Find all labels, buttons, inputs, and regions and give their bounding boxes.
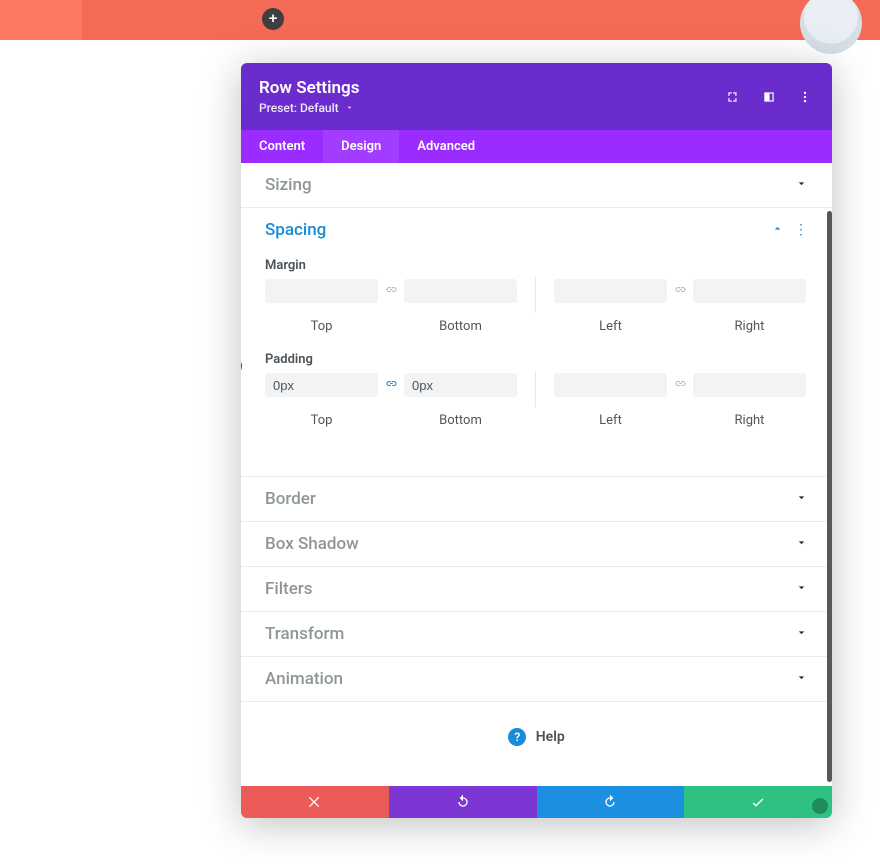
- padding-right-input[interactable]: [693, 373, 806, 397]
- section-sizing-label: Sizing: [265, 175, 312, 195]
- chevron-down-icon: [795, 579, 808, 599]
- help-link[interactable]: ? Help: [241, 728, 832, 746]
- margin-top-input[interactable]: [265, 279, 378, 303]
- annotation-badge-1: 1: [241, 357, 242, 375]
- padding-label: Padding: [265, 352, 808, 367]
- modal-scroll-body: Sizing Spacing ⋮ Margin: [241, 163, 832, 786]
- avatar: [800, 0, 862, 54]
- chevron-down-icon: [795, 175, 808, 195]
- page-header-start: [0, 0, 82, 40]
- chevron-up-icon: [771, 220, 784, 240]
- section-sizing[interactable]: Sizing: [241, 163, 832, 208]
- chevron-down-icon: [795, 624, 808, 644]
- padding-left-input[interactable]: [554, 373, 667, 397]
- chevron-down-icon: [795, 534, 808, 554]
- padding-right-sublabel: Right: [693, 413, 806, 428]
- expand-icon[interactable]: [724, 88, 742, 106]
- section-transform[interactable]: Transform: [241, 612, 832, 657]
- modal-tabs: Content Design Advanced: [241, 130, 832, 163]
- margin-label: Margin: [265, 258, 808, 273]
- margin-bottom-sublabel: Bottom: [404, 319, 517, 334]
- undo-button[interactable]: [389, 786, 537, 818]
- link-icon[interactable]: [380, 282, 402, 301]
- resize-handle-icon[interactable]: [812, 798, 828, 814]
- section-options-icon[interactable]: ⋮: [794, 223, 808, 237]
- section-spacing-label: Spacing: [265, 220, 326, 240]
- snap-right-icon[interactable]: [760, 88, 778, 106]
- section-box-shadow-label: Box Shadow: [265, 534, 359, 554]
- modal-title: Row Settings: [259, 78, 724, 98]
- help-label: Help: [536, 729, 565, 745]
- row-settings-modal: Row Settings Preset: Default: [241, 63, 832, 818]
- chevron-down-icon: [795, 669, 808, 689]
- tab-design[interactable]: Design: [323, 130, 399, 163]
- cancel-button[interactable]: [241, 786, 389, 818]
- tab-content[interactable]: Content: [241, 130, 323, 163]
- section-spacing[interactable]: Spacing ⋮: [241, 208, 832, 244]
- kebab-icon[interactable]: [796, 88, 814, 106]
- redo-button[interactable]: [537, 786, 685, 818]
- padding-bottom-input[interactable]: [404, 373, 517, 397]
- padding-top-sublabel: Top: [265, 413, 378, 428]
- preset-name: Default: [300, 101, 339, 115]
- page-header-bar: +: [0, 0, 880, 40]
- margin-bottom-input[interactable]: [404, 279, 517, 303]
- preset-selector[interactable]: Preset: Default: [259, 101, 724, 115]
- section-animation-label: Animation: [265, 669, 343, 689]
- add-section-button[interactable]: +: [262, 8, 284, 30]
- section-animation[interactable]: Animation: [241, 657, 832, 702]
- divider: [535, 371, 536, 407]
- help-icon: ?: [508, 728, 526, 746]
- section-filters-label: Filters: [265, 579, 313, 599]
- padding-left-sublabel: Left: [554, 413, 667, 428]
- chevron-down-icon: [345, 101, 354, 115]
- preset-prefix: Preset:: [259, 101, 297, 115]
- section-transform-label: Transform: [265, 624, 344, 644]
- divider: [535, 277, 536, 313]
- margin-right-input[interactable]: [693, 279, 806, 303]
- section-border-label: Border: [265, 489, 316, 509]
- section-filters[interactable]: Filters: [241, 567, 832, 612]
- margin-right-sublabel: Right: [693, 319, 806, 334]
- padding-bottom-sublabel: Bottom: [404, 413, 517, 428]
- margin-top-sublabel: Top: [265, 319, 378, 334]
- padding-top-input[interactable]: [265, 373, 378, 397]
- tab-advanced[interactable]: Advanced: [399, 130, 493, 163]
- section-box-shadow[interactable]: Box Shadow: [241, 522, 832, 567]
- spacing-controls: Margin: [241, 244, 832, 448]
- link-icon[interactable]: [380, 376, 402, 395]
- margin-left-sublabel: Left: [554, 319, 667, 334]
- link-icon[interactable]: [669, 376, 691, 395]
- link-icon[interactable]: [669, 282, 691, 301]
- modal-footer: [241, 786, 832, 818]
- chevron-down-icon: [795, 489, 808, 509]
- margin-left-input[interactable]: [554, 279, 667, 303]
- section-border[interactable]: Border: [241, 476, 832, 522]
- modal-header[interactable]: Row Settings Preset: Default: [241, 63, 832, 130]
- save-button[interactable]: [684, 786, 832, 818]
